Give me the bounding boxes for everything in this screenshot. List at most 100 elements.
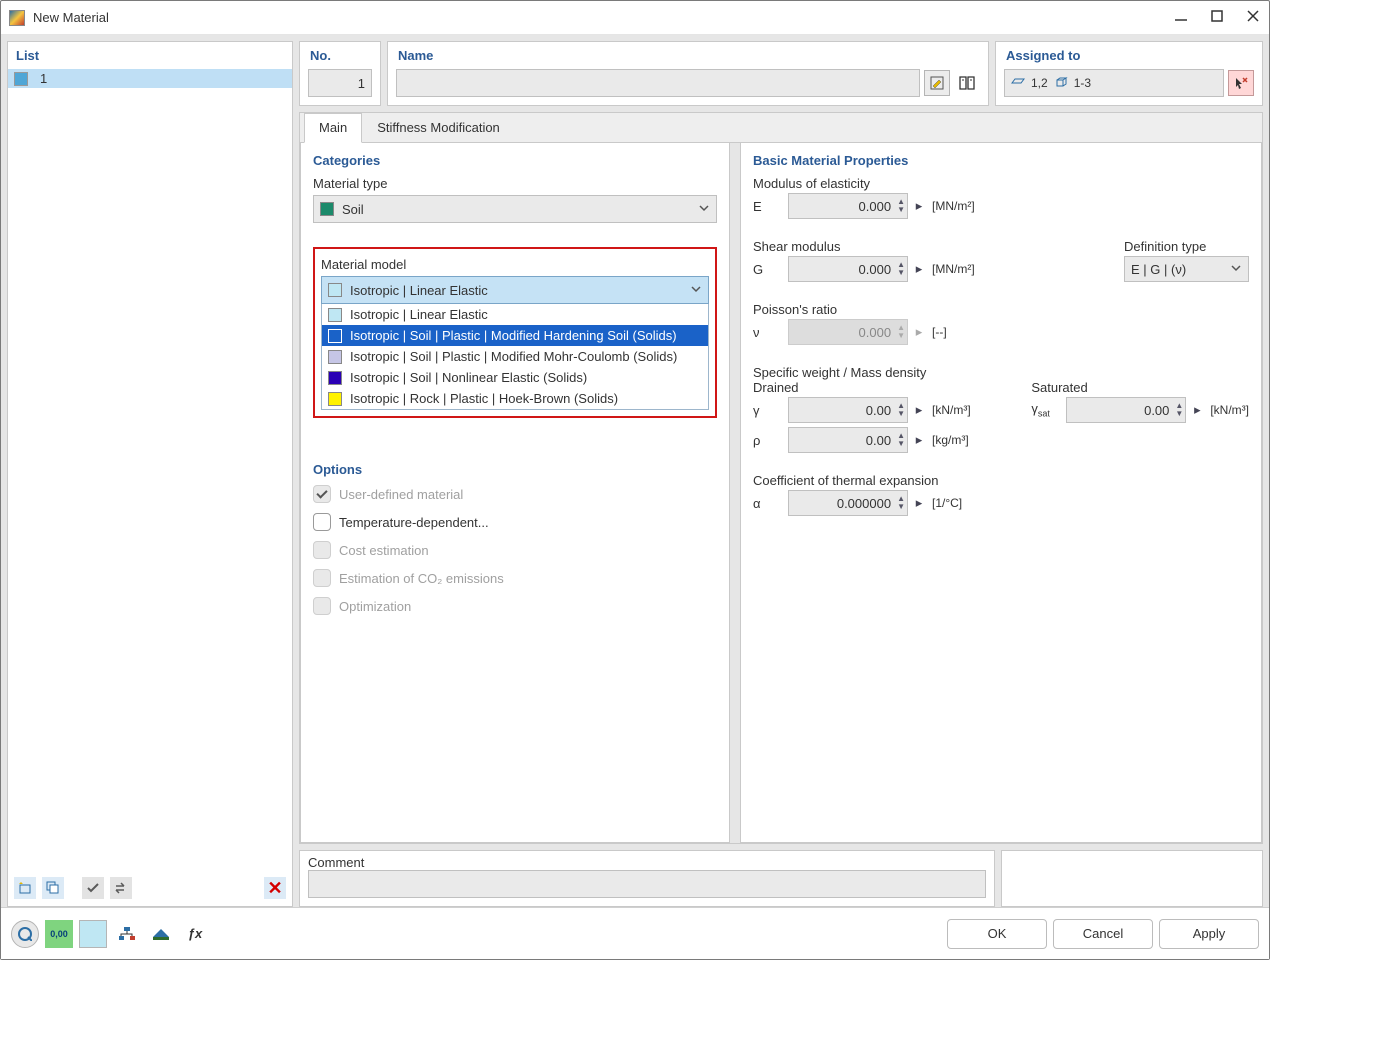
goto-icon[interactable]: ▸ [912,402,926,418]
render-icon[interactable] [147,920,175,948]
library-icon[interactable] [954,70,980,96]
goto-icon[interactable]: ▸ [912,261,926,277]
gammasat-input[interactable]: 0.00▲▼ [1066,397,1186,423]
material-model-combo[interactable]: Isotropic | Linear Elastic [321,276,709,304]
name-title: Name [396,46,980,69]
maximize-icon[interactable] [1209,8,1225,27]
deftype-label: Definition type [1124,239,1249,254]
units-icon[interactable]: 0,00 [45,920,73,948]
model-option[interactable]: Isotropic | Soil | Plastic | Modified Ha… [322,325,708,346]
option-temperature[interactable]: Temperature-dependent... [313,513,717,531]
surface-icon [1011,78,1025,88]
no-input[interactable]: 1 [308,69,372,97]
spinner-icon[interactable]: ▲▼ [895,261,907,277]
comment-panel: Comment [299,850,995,907]
goto-icon[interactable]: ▸ [1190,402,1204,418]
window-title: New Material [33,10,1173,25]
option-swatch-icon [328,329,342,343]
list-body: 1 [8,69,292,870]
goto-icon: ▸ [912,324,926,340]
option-swatch-icon [328,392,342,406]
material-type-combo[interactable]: Soil [313,195,717,223]
new-item-icon[interactable] [14,877,36,899]
chevron-down-icon [1230,262,1242,277]
minimize-icon[interactable] [1173,8,1189,27]
option-swatch-icon [328,308,342,322]
close-icon[interactable] [1245,8,1261,27]
model-option[interactable]: Isotropic | Rock | Plastic | Hoek-Brown … [322,388,708,409]
edit-name-icon[interactable] [924,70,950,96]
comment-input[interactable] [308,870,986,898]
no-card: No. 1 [299,41,381,106]
material-type-label: Material type [313,176,717,191]
list-item[interactable]: 1 [8,69,292,88]
drained-label: Drained [753,380,1001,395]
chevron-down-icon [698,202,710,217]
ok-button[interactable]: OK [947,919,1047,949]
pick-assigned-icon[interactable] [1228,70,1254,96]
gammasat-unit: [kN/m³] [1210,403,1249,417]
assigned-input[interactable]: 1,2 1-3 [1004,69,1224,97]
list-header: List [8,42,292,69]
goto-icon[interactable]: ▸ [912,432,926,448]
material-model-label: Material model [321,257,709,272]
color-icon[interactable] [79,920,107,948]
swap-icon[interactable] [110,877,132,899]
spinner-icon[interactable]: ▲▼ [895,402,907,418]
alpha-unit: [1/°C] [932,496,962,510]
deftype-combo[interactable]: E | G | (ν) [1124,256,1249,282]
name-input[interactable] [396,69,920,97]
tree-icon[interactable] [113,920,141,948]
delete-item-icon[interactable]: ✕ [264,877,286,899]
gamma-unit: [kN/m³] [932,403,971,417]
rho-unit: [kg/m³] [932,433,969,447]
chevron-down-icon [690,283,702,298]
G-unit: [MN/m²] [932,262,975,276]
duplicate-icon[interactable] [42,877,64,899]
spinner-icon[interactable]: ▲▼ [895,432,907,448]
list-panel: List 1 ✕ [7,41,293,907]
shear-label: Shear modulus [753,239,1094,254]
no-title: No. [308,46,372,69]
G-input[interactable]: 0.000▲▼ [788,256,908,282]
spinner-icon[interactable]: ▲▼ [895,198,907,214]
comment-title: Comment [308,855,986,870]
goto-icon[interactable]: ▸ [912,198,926,214]
material-type-value: Soil [342,202,364,217]
check-all-icon[interactable] [82,877,104,899]
specific-label: Specific weight / Mass density [753,365,1249,380]
help-icon[interactable] [11,920,39,948]
app-icon [9,10,25,26]
assigned-surfaces: 1,2 [1031,76,1048,90]
E-symbol: E [753,199,788,214]
spinner-icon[interactable]: ▲▼ [895,495,907,511]
gamma-input[interactable]: 0.00▲▼ [788,397,908,423]
assigned-solids: 1-3 [1074,76,1091,90]
list-toolbar: ✕ [8,870,292,906]
goto-icon[interactable]: ▸ [912,495,926,511]
model-option[interactable]: Isotropic | Linear Elastic [322,304,708,325]
assigned-card: Assigned to 1,2 1-3 [995,41,1263,106]
checkbox[interactable] [313,513,331,531]
gammasat-symbol: γsat [1031,401,1066,419]
option-swatch-icon [328,371,342,385]
list-item-number: 1 [40,71,47,86]
model-option[interactable]: Isotropic | Soil | Nonlinear Elastic (So… [322,367,708,388]
cancel-button[interactable]: Cancel [1053,919,1153,949]
spinner-icon[interactable]: ▲▼ [1173,402,1185,418]
E-input[interactable]: 0.000▲▼ [788,193,908,219]
G-symbol: G [753,262,788,277]
tab-main[interactable]: Main [304,113,362,143]
rho-input[interactable]: 0.00▲▼ [788,427,908,453]
model-option[interactable]: Isotropic | Soil | Plastic | Modified Mo… [322,346,708,367]
alpha-input[interactable]: 0.000000▲▼ [788,490,908,516]
window-buttons [1173,8,1261,27]
apply-button[interactable]: Apply [1159,919,1259,949]
list-item-swatch [14,72,28,86]
option-cost: Cost estimation [313,541,717,559]
function-icon[interactable]: ƒx [181,920,209,948]
spinner-icon: ▲▼ [895,324,907,340]
checkbox [313,485,331,503]
rho-symbol: ρ [753,433,788,448]
tab-stiffness[interactable]: Stiffness Modification [362,113,515,142]
